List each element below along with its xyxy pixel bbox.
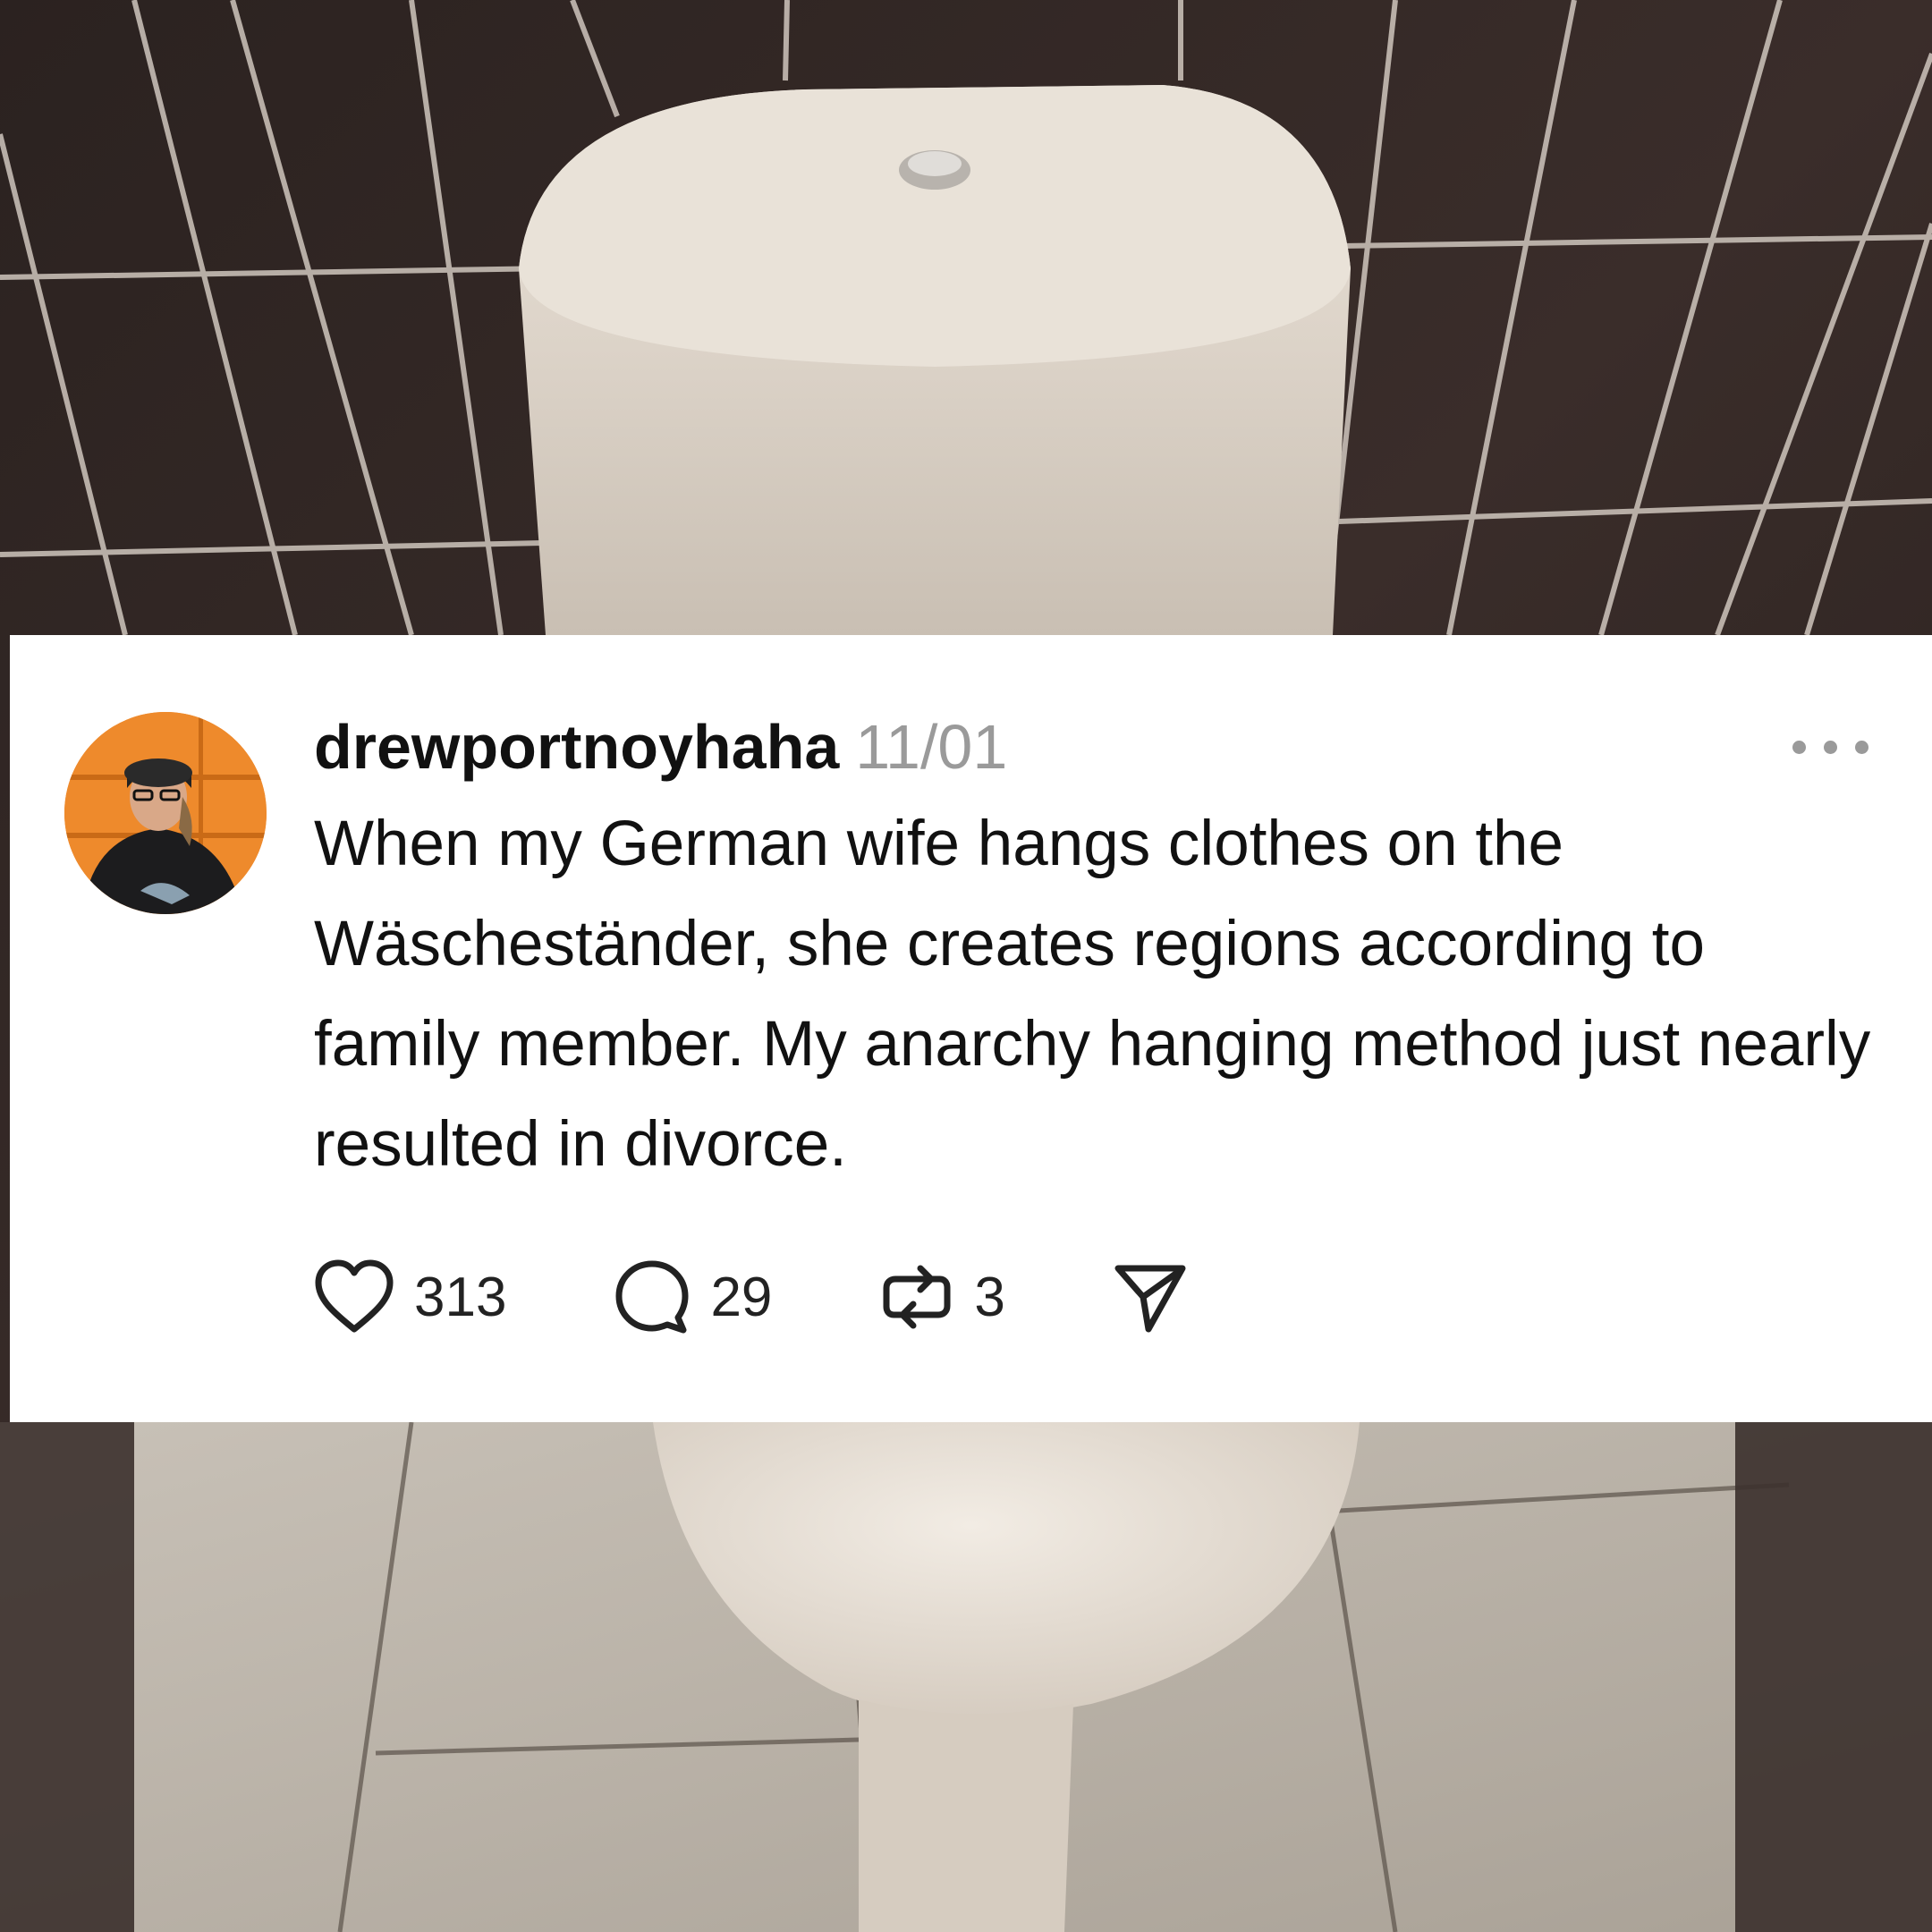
post-date: 11/01 <box>855 712 1008 782</box>
like-button[interactable]: 313 <box>314 1259 506 1335</box>
more-dots-icon[interactable] <box>1792 733 1868 760</box>
reply-count: 29 <box>710 1266 773 1328</box>
post-text: When my German wife hangs clothes on the… <box>314 809 1871 1180</box>
post-header: drewportnoyhaha 11/01 <box>314 707 1007 787</box>
reply-button[interactable]: 29 <box>614 1258 772 1335</box>
post-card: drewportnoyhaha 11/01 When my German wife… <box>10 635 1932 1422</box>
send-icon <box>1114 1265 1186 1333</box>
heart-icon <box>315 1259 394 1333</box>
username[interactable]: drewportnoyhaha <box>314 712 839 782</box>
avatar[interactable] <box>64 712 267 914</box>
repost-count: 3 <box>974 1266 1005 1328</box>
like-count: 313 <box>414 1266 507 1328</box>
share-button[interactable] <box>1113 1259 1188 1335</box>
repost-arrows-icon <box>883 1265 951 1329</box>
repost-button[interactable]: 3 <box>879 1259 1005 1335</box>
speech-bubble-icon <box>615 1260 689 1334</box>
action-bar: 313 29 3 <box>314 1252 1188 1342</box>
